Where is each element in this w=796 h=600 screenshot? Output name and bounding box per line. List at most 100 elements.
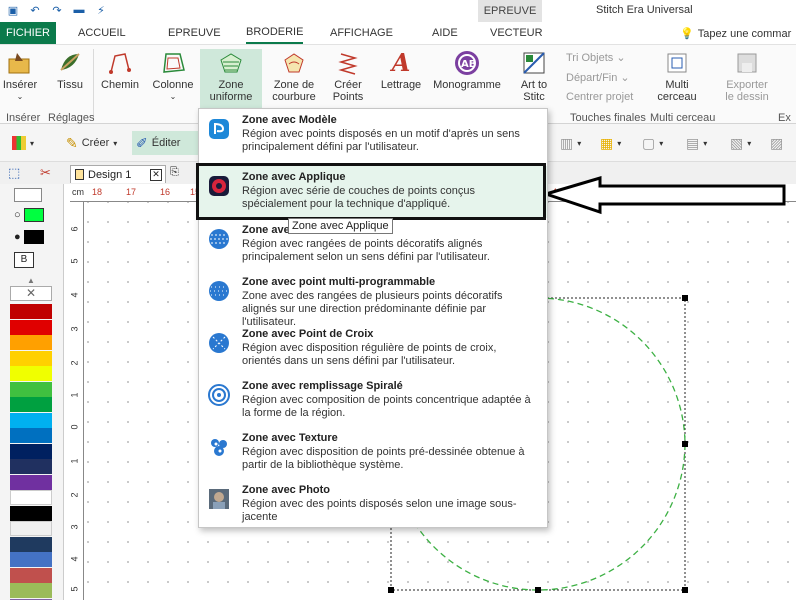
art-to-stitch-button[interactable]: Art to Stitc — [516, 49, 552, 109]
color-swatch[interactable] — [10, 397, 52, 412]
doc-tab-design-1[interactable]: Design 1 ✕ — [70, 165, 166, 183]
palette-mode-button[interactable] — [14, 188, 42, 202]
wand-icon[interactable]: ⚡ — [94, 3, 108, 17]
tab-fichier[interactable]: FICHIER — [0, 22, 56, 44]
toolbar-tool-3[interactable]: ▢ ▾ — [638, 131, 667, 155]
tab-accueil[interactable]: ACCUEIL — [78, 22, 126, 44]
resize-handle[interactable] — [388, 587, 394, 593]
depart-fin-label: Départ/Fin — [566, 72, 618, 84]
resize-handle[interactable] — [535, 587, 541, 593]
centrer-projet-button[interactable]: Centrer projet — [566, 91, 633, 103]
undo-icon[interactable]: ↶ — [28, 3, 42, 17]
color-swatch[interactable] — [10, 350, 52, 366]
color-swatch[interactable] — [10, 335, 52, 350]
edit-pointer-icon: ✐ — [136, 134, 148, 151]
tab-affichage[interactable]: AFFICHAGE — [330, 22, 393, 44]
resize-handle[interactable] — [682, 295, 688, 301]
color-swatch[interactable] — [10, 583, 52, 598]
tab-vecteur[interactable]: VECTEUR — [490, 22, 543, 44]
color-swatch[interactable] — [10, 366, 52, 381]
tri-objets-button[interactable]: Tri Objets ⌄ — [566, 51, 626, 64]
title-bar: ▣ ↶ ↷ ▬ ⚡ EPREUVE Stitch Era Universal — [0, 0, 796, 22]
color-swatch[interactable] — [10, 552, 52, 567]
editer-button[interactable]: ✐ Éditer — [132, 131, 198, 155]
new-tab-icon[interactable]: ⎘ — [170, 166, 179, 179]
radio-black[interactable]: ● — [14, 230, 44, 244]
ruler-tick: 17 — [126, 187, 137, 197]
decoratif-icon — [209, 229, 229, 249]
creer-button[interactable]: ✎ Créer ▾ — [62, 131, 121, 155]
group-multi-label: Multi cerceau — [650, 112, 716, 124]
toolbar-tool-5[interactable]: ▧ ▾ — [726, 131, 755, 155]
toolbar-tool-4[interactable]: ▤ ▾ — [682, 131, 711, 155]
tooltip: Zone avec Applique — [288, 218, 393, 234]
zone-uniforme-button[interactable]: Zone uniforme — [200, 49, 262, 109]
color-swatch[interactable] — [10, 443, 52, 459]
menu-item-zone-modele[interactable]: Zone avec Modèle Région avec points disp… — [199, 109, 547, 161]
color-swatch[interactable] — [10, 521, 52, 536]
toolbar-tool-6[interactable]: ▨ — [766, 131, 787, 155]
scroll-up-icon[interactable]: ▲ — [10, 276, 52, 285]
color-swatch[interactable] — [10, 381, 52, 397]
chevron-down-icon: ▾ — [30, 138, 35, 148]
color-swatch[interactable] — [10, 474, 52, 490]
menu-item-zone-texture[interactable]: Zone avec Texture Région avec dispositio… — [199, 427, 547, 479]
toolbar-tool-1[interactable]: ▥ ▾ — [556, 131, 585, 155]
menu-item-zone-multi-programmable[interactable]: Zone avec point multi-programmable Zone … — [199, 271, 547, 328]
color-swatch[interactable] — [10, 459, 52, 474]
color-swatch[interactable] — [10, 428, 52, 443]
chemin-button[interactable]: Chemin — [100, 49, 140, 109]
tell-me-box[interactable]: 💡 Tapez une commar — [680, 27, 791, 40]
menu-item-zone-spirale[interactable]: Zone avec remplissage Spiralé Région ave… — [199, 375, 547, 427]
color-swatch[interactable] — [10, 304, 52, 319]
monogramme-button[interactable]: AB Monogramme — [432, 49, 502, 109]
zone-courbure-button[interactable]: Zone de courbure — [266, 49, 322, 109]
radio-green[interactable]: ○ — [14, 208, 44, 222]
resize-handle[interactable] — [682, 441, 688, 447]
group-touches-label: Touches finales — [570, 112, 646, 124]
tab-epreuve[interactable]: EPREUVE — [168, 22, 221, 44]
color-swatch[interactable] — [10, 536, 52, 552]
insert-folder-icon — [5, 49, 35, 77]
resize-handle[interactable] — [682, 587, 688, 593]
scissors-icon[interactable]: ✂ — [40, 165, 51, 181]
color-swatch[interactable] — [10, 505, 52, 521]
lettrage-button[interactable]: A Lettrage — [378, 49, 424, 109]
zone-uniforme-label-1: Zone — [218, 79, 244, 91]
chevron-down-icon: ▾ — [617, 138, 622, 148]
exporter-button[interactable]: Exporter le dessin — [722, 49, 772, 109]
color-bars-button[interactable]: ▾ — [8, 131, 38, 155]
color-swatch[interactable] — [10, 567, 52, 583]
fabric-icon — [55, 49, 85, 77]
save-icon[interactable]: ▣ — [6, 3, 20, 17]
color-swatch[interactable] — [10, 412, 52, 428]
ruler-tick: 2 — [69, 492, 80, 498]
creer-points-label-2: Points — [332, 91, 364, 103]
tab-aide[interactable]: AIDE — [432, 22, 458, 44]
inserer-button[interactable]: Insérer ⌄ — [3, 49, 37, 109]
menu-item-zone-photo[interactable]: Zone avec Photo Région avec des points d… — [199, 479, 547, 531]
exporter-label-1: Exporter — [726, 79, 768, 91]
b-button[interactable]: B — [14, 252, 34, 268]
no-color-swatch[interactable]: ✕ — [10, 286, 52, 301]
color-swatch[interactable] — [10, 319, 52, 335]
multi-cerceau-button[interactable]: Multi cerceau — [652, 49, 702, 109]
ruler-tick: 16 — [160, 187, 171, 197]
tab-broderie[interactable]: BRODERIE — [246, 22, 304, 44]
color-swatch[interactable] — [10, 490, 52, 505]
select-tool-icon[interactable]: ⬚ — [8, 165, 20, 181]
folder-icon[interactable]: ▬ — [72, 3, 86, 17]
depart-fin-button[interactable]: Départ/Fin ⌄ — [566, 71, 630, 84]
art-to-stitch-label-1: Art to — [520, 79, 548, 91]
context-tab-epreuve[interactable]: EPREUVE — [478, 0, 542, 22]
creer-points-button[interactable]: Créer Points — [328, 49, 368, 109]
tissu-button[interactable]: Tissu — [55, 49, 85, 109]
toolbar-tool-2[interactable]: ▦ ▾ — [596, 131, 625, 155]
menu-item-zone-point-croix[interactable]: Zone avec Point de Croix Région avec dis… — [199, 323, 547, 375]
close-icon[interactable]: ✕ — [150, 168, 162, 181]
chevron-down-icon: ▾ — [703, 138, 708, 148]
frame-icon: ▢ — [642, 134, 656, 151]
redo-icon[interactable]: ↷ — [50, 3, 64, 17]
colonne-button[interactable]: Colonne ⌄ — [150, 49, 196, 109]
multi-cerceau-label-2: cerceau — [657, 91, 697, 103]
